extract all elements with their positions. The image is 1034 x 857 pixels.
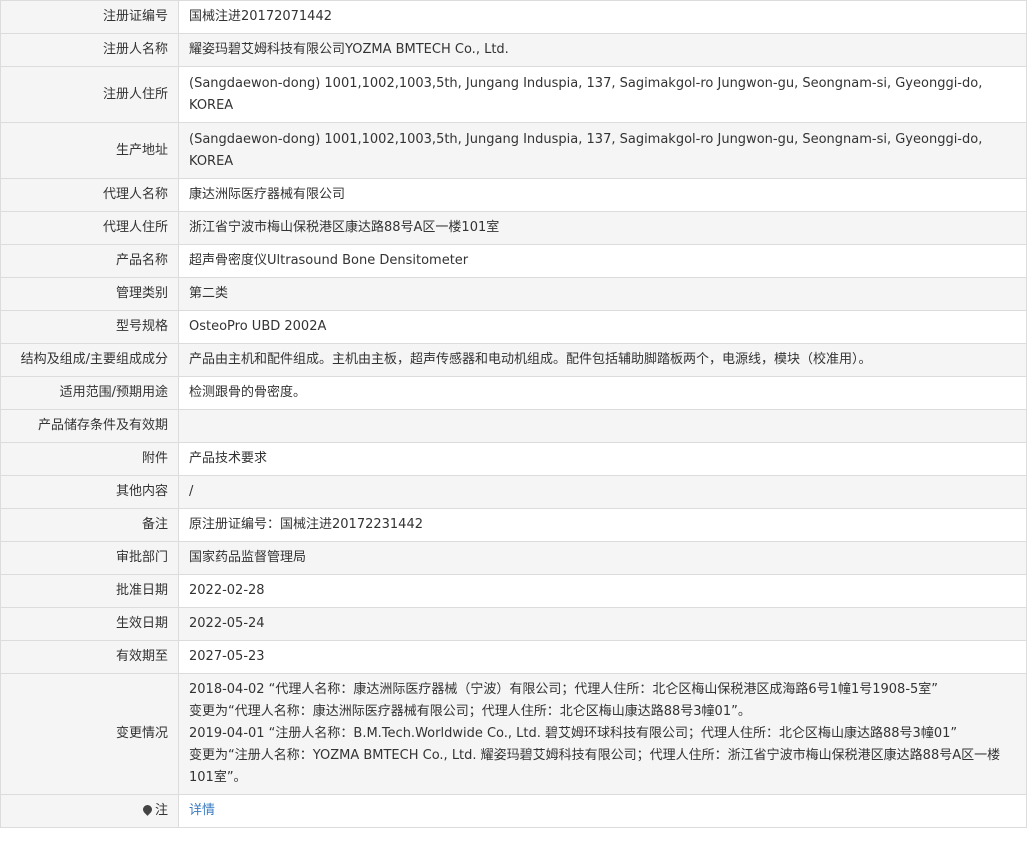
change-line: 变更为“注册人名称：YOZMA BMTECH Co., Ltd. 耀姿玛碧艾姆科… — [189, 748, 1001, 785]
field-value: 康达洲际医疗器械有限公司 — [178, 178, 1027, 212]
field-label: 结构及组成/主要组成成分 — [0, 343, 179, 377]
field-label: 型号规格 — [0, 310, 179, 344]
field-value: 2022-05-24 — [178, 607, 1027, 641]
row-approval-department: 审批部门 国家药品监督管理局 — [0, 541, 1027, 575]
field-value: OsteoPro UBD 2002A — [178, 310, 1027, 344]
field-value: 超声骨密度仪Ultrasound Bone Densitometer — [178, 244, 1027, 278]
row-agent-name: 代理人名称 康达洲际医疗器械有限公司 — [0, 178, 1027, 212]
field-label: 注册人名称 — [0, 33, 179, 67]
field-label: 有效期至 — [0, 640, 179, 674]
field-value: 第二类 — [178, 277, 1027, 311]
row-registrant-address: 注册人住所 (Sangdaewon-dong) 1001,1002,1003,5… — [0, 66, 1027, 123]
field-label: 变更情况 — [0, 673, 179, 795]
field-label: 适用范围/预期用途 — [0, 376, 179, 410]
field-value: 国家药品监督管理局 — [178, 541, 1027, 575]
change-line: 2018-04-02 “代理人名称：康达洲际医疗器械（宁波）有限公司；代理人住所… — [189, 682, 939, 697]
field-label: 生效日期 — [0, 607, 179, 641]
row-registrant-name: 注册人名称 耀姿玛碧艾姆科技有限公司YOZMA BMTECH Co., Ltd. — [0, 33, 1027, 67]
field-label: 生产地址 — [0, 122, 179, 179]
registration-detail-table: 注册证编号 国械注进20172071442 注册人名称 耀姿玛碧艾姆科技有限公司… — [0, 0, 1027, 828]
field-value: 原注册证编号：国械注进20172231442 — [178, 508, 1027, 542]
row-model-spec: 型号规格 OsteoPro UBD 2002A — [0, 310, 1027, 344]
field-value: 产品由主机和配件组成。主机由主板，超声传感器和电动机组成。配件包括辅助脚踏板两个… — [178, 343, 1027, 377]
field-value: 耀姿玛碧艾姆科技有限公司YOZMA BMTECH Co., Ltd. — [178, 33, 1027, 67]
row-storage-conditions: 产品储存条件及有效期 — [0, 409, 1027, 443]
field-value: / — [178, 475, 1027, 509]
row-agent-address: 代理人住所 浙江省宁波市梅山保税港区康达路88号A区一楼101室 — [0, 211, 1027, 245]
details-link[interactable]: 详情 — [189, 803, 215, 818]
pin-icon — [141, 803, 154, 816]
change-line: 2019-04-01 “注册人名称：B.M.Tech.Worldwide Co.… — [189, 726, 958, 741]
row-production-address: 生产地址 (Sangdaewon-dong) 1001,1002,1003,5t… — [0, 122, 1027, 179]
field-value — [178, 409, 1027, 443]
row-intended-use: 适用范围/预期用途 检测跟骨的骨密度。 — [0, 376, 1027, 410]
field-label: 备注 — [0, 508, 179, 542]
field-label: 其他内容 — [0, 475, 179, 509]
row-attachment: 附件 产品技术要求 — [0, 442, 1027, 476]
row-approval-date: 批准日期 2022-02-28 — [0, 574, 1027, 608]
row-valid-until: 有效期至 2027-05-23 — [0, 640, 1027, 674]
field-label: 审批部门 — [0, 541, 179, 575]
field-value: (Sangdaewon-dong) 1001,1002,1003,5th, Ju… — [178, 66, 1027, 123]
note-value: 详情 — [178, 794, 1027, 828]
field-label: 注册证编号 — [0, 0, 179, 34]
row-registration-number: 注册证编号 国械注进20172071442 — [0, 0, 1027, 34]
field-value: 2027-05-23 — [178, 640, 1027, 674]
row-product-name: 产品名称 超声骨密度仪Ultrasound Bone Densitometer — [0, 244, 1027, 278]
field-value: 国械注进20172071442 — [178, 0, 1027, 34]
note-label-cell: 注 — [0, 794, 179, 828]
field-value: 浙江省宁波市梅山保税港区康达路88号A区一楼101室 — [178, 211, 1027, 245]
field-value: 产品技术要求 — [178, 442, 1027, 476]
row-management-category: 管理类别 第二类 — [0, 277, 1027, 311]
field-label: 附件 — [0, 442, 179, 476]
change-history-value: 2018-04-02 “代理人名称：康达洲际医疗器械（宁波）有限公司；代理人住所… — [178, 673, 1027, 795]
row-effective-date: 生效日期 2022-05-24 — [0, 607, 1027, 641]
note-label: 注 — [154, 803, 168, 818]
row-note: 注 详情 — [0, 794, 1027, 828]
field-label: 产品储存条件及有效期 — [0, 409, 179, 443]
field-value: 检测跟骨的骨密度。 — [178, 376, 1027, 410]
field-label: 注册人住所 — [0, 66, 179, 123]
field-value: (Sangdaewon-dong) 1001,1002,1003,5th, Ju… — [178, 122, 1027, 179]
row-structure-composition: 结构及组成/主要组成成分 产品由主机和配件组成。主机由主板，超声传感器和电动机组… — [0, 343, 1027, 377]
field-label: 管理类别 — [0, 277, 179, 311]
field-label: 代理人住所 — [0, 211, 179, 245]
change-line: 变更为“代理人名称：康达洲际医疗器械有限公司；代理人住所：北仑区梅山康达路88号… — [189, 704, 751, 719]
row-remarks: 备注 原注册证编号：国械注进20172231442 — [0, 508, 1027, 542]
field-label: 批准日期 — [0, 574, 179, 608]
field-label: 代理人名称 — [0, 178, 179, 212]
field-value: 2022-02-28 — [178, 574, 1027, 608]
field-label: 产品名称 — [0, 244, 179, 278]
row-change-history: 变更情况 2018-04-02 “代理人名称：康达洲际医疗器械（宁波）有限公司；… — [0, 673, 1027, 795]
row-other-content: 其他内容 / — [0, 475, 1027, 509]
